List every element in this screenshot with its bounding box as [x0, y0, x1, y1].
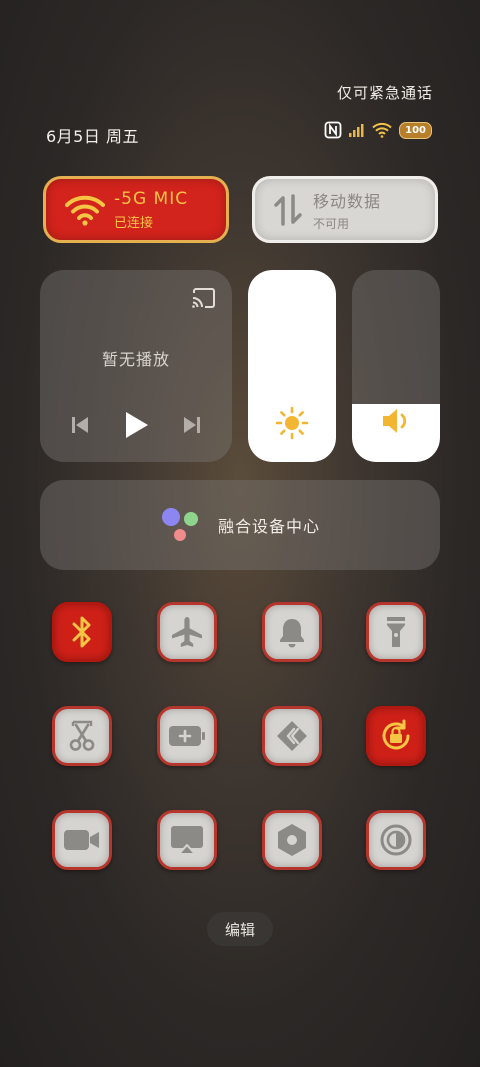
volume-slider[interactable] — [352, 270, 440, 462]
notification-toggle[interactable] — [262, 602, 322, 662]
bell-icon — [280, 619, 304, 648]
status-icons: 100 — [324, 121, 432, 139]
next-button[interactable] — [181, 414, 203, 440]
wifi-status: 已连接 — [114, 215, 154, 231]
airplane-mode-toggle[interactable] — [157, 602, 217, 662]
previous-button[interactable] — [69, 414, 91, 440]
cast-button[interactable] — [191, 287, 217, 313]
battery-icon: 100 — [399, 121, 432, 139]
media-player-card[interactable]: 暂无播放 — [40, 270, 232, 462]
wifi-status-icon — [372, 122, 392, 138]
emergency-calls-only-text: 仅可紧急通话 — [336, 84, 433, 102]
screen-record-toggle[interactable] — [52, 810, 112, 870]
dark-mode-icon — [380, 824, 412, 856]
now-playing-text: 暂无播放 — [101, 350, 170, 369]
speaker-icon — [383, 409, 407, 433]
wifi-icon — [65, 195, 105, 226]
cast-icon — [192, 288, 215, 308]
video-camera-icon — [64, 830, 99, 850]
power-saving-toggle[interactable] — [157, 706, 217, 766]
screen-cast-toggle[interactable] — [157, 810, 217, 870]
skip-previous-icon — [72, 417, 89, 433]
battery-plus-icon — [169, 726, 205, 746]
skip-next-icon — [183, 417, 200, 433]
data-arrows-icon — [274, 193, 302, 226]
play-icon — [125, 412, 148, 438]
share-icon — [277, 721, 307, 751]
fusion-device-center[interactable]: 融合设备中心 — [40, 480, 440, 570]
device-center-icon — [161, 508, 198, 541]
rotation-lock-toggle[interactable] — [366, 706, 426, 766]
mobile-data-status: 不可用 — [313, 216, 350, 231]
screenshot-toggle[interactable] — [52, 706, 112, 766]
signal-icon — [349, 124, 364, 137]
scissors-icon — [69, 720, 95, 751]
flashlight-icon — [387, 617, 405, 647]
play-button[interactable] — [122, 410, 150, 444]
flashlight-toggle[interactable] — [366, 602, 426, 662]
nfc-icon — [324, 121, 342, 139]
share-toggle[interactable] — [262, 706, 322, 766]
hexagon-nut-icon — [278, 824, 306, 856]
mobile-data-title: 移动数据 — [313, 191, 382, 211]
airplane-icon — [172, 617, 202, 647]
settings-toggle[interactable] — [262, 810, 322, 870]
brightness-slider[interactable] — [248, 270, 336, 462]
screen-cast-icon — [171, 826, 203, 855]
wifi-network-name: -5G MIC — [114, 188, 189, 209]
bluetooth-icon — [72, 616, 91, 648]
sun-icon — [275, 406, 309, 440]
rotation-lock-icon — [382, 719, 410, 750]
date-text: 6月5日 周五 — [46, 127, 139, 146]
fusion-device-center-label: 融合设备中心 — [217, 517, 320, 536]
edit-button[interactable]: 编辑 — [207, 912, 273, 946]
wifi-tile[interactable]: -5G MIC 已连接 — [43, 176, 229, 243]
mobile-data-tile[interactable]: 移动数据 不可用 — [252, 176, 438, 243]
bluetooth-toggle[interactable] — [52, 602, 112, 662]
dark-mode-toggle[interactable] — [366, 810, 426, 870]
